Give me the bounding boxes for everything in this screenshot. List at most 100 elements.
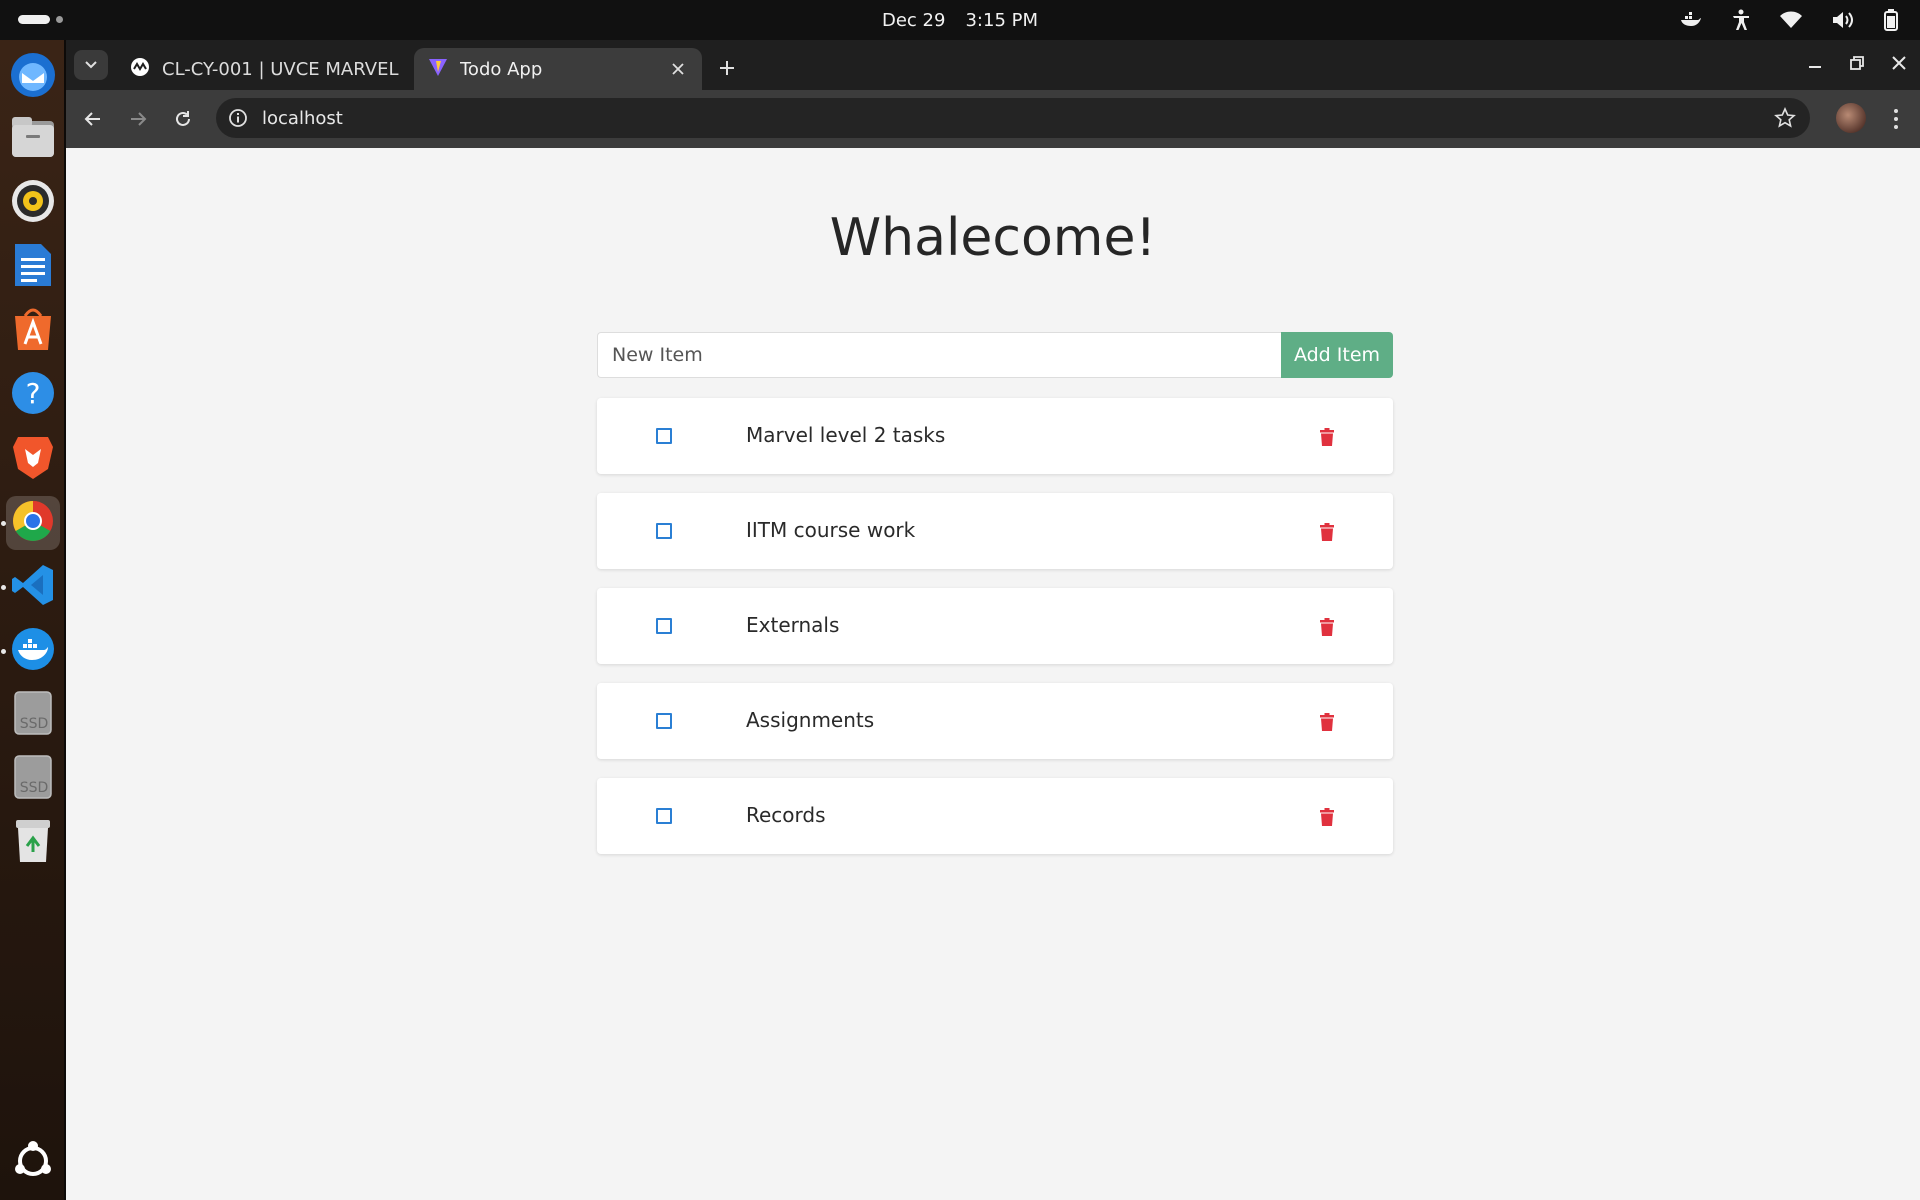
favicon-vite-icon bbox=[428, 57, 448, 82]
dock-files[interactable] bbox=[6, 112, 60, 166]
volume-icon[interactable] bbox=[1832, 10, 1854, 30]
dock-help[interactable]: ? bbox=[6, 368, 60, 422]
writer-icon bbox=[13, 242, 53, 293]
delete-item-button[interactable] bbox=[1317, 521, 1337, 543]
dock-writer[interactable] bbox=[6, 240, 60, 294]
dock-trash[interactable] bbox=[6, 816, 60, 870]
clock-date: Dec 29 bbox=[882, 9, 946, 31]
close-icon bbox=[1892, 56, 1906, 70]
todo-item: Assignments bbox=[597, 683, 1393, 759]
running-indicator bbox=[1, 585, 6, 590]
todo-text: Assignments bbox=[746, 708, 875, 732]
todo-text: IITM course work bbox=[746, 518, 916, 542]
ssd-label: SSD bbox=[20, 716, 49, 732]
browser-window: CL-CY-001 | UVCE MARVEL Todo App localho… bbox=[66, 40, 1920, 1200]
ssd-label: SSD bbox=[20, 780, 49, 796]
new-tab-button[interactable] bbox=[713, 54, 741, 82]
dock-docker[interactable] bbox=[6, 624, 60, 678]
battery-icon[interactable] bbox=[1884, 9, 1898, 31]
todo-item: Marvel level 2 tasks bbox=[597, 398, 1393, 474]
trash-icon bbox=[1320, 523, 1334, 541]
ssd-icon: SSD bbox=[13, 754, 53, 805]
todo-text: Marvel level 2 tasks bbox=[746, 423, 946, 447]
accessibility-icon[interactable] bbox=[1732, 9, 1750, 31]
forward-button[interactable] bbox=[123, 104, 153, 134]
tab-todo-app[interactable]: Todo App bbox=[414, 48, 702, 90]
todo-item: IITM course work bbox=[597, 493, 1393, 569]
thunderbird-icon bbox=[9, 51, 57, 104]
back-button[interactable] bbox=[78, 104, 108, 134]
page-content: Whalecome! Add Item Marvel level 2 tasks… bbox=[66, 148, 1920, 1200]
clock-time: 3:15 PM bbox=[965, 9, 1038, 31]
site-info-icon[interactable] bbox=[228, 108, 248, 128]
dock-app-center[interactable] bbox=[6, 304, 60, 358]
delete-item-button[interactable] bbox=[1317, 711, 1337, 733]
todo-checkbox[interactable] bbox=[656, 808, 672, 824]
dock-brave[interactable] bbox=[6, 432, 60, 486]
brave-icon bbox=[12, 433, 54, 486]
url-text[interactable]: localhost bbox=[262, 108, 343, 129]
dock: ? SSD SSD bbox=[0, 40, 66, 1200]
svg-text:?: ? bbox=[26, 377, 41, 410]
todo-list: Marvel level 2 tasks IITM course work Ex… bbox=[597, 398, 1393, 873]
clock[interactable]: Dec 29 3:15 PM bbox=[0, 0, 1920, 40]
window-controls bbox=[1804, 50, 1910, 76]
tab-title: Todo App bbox=[460, 58, 543, 80]
restore-icon bbox=[1850, 56, 1864, 70]
menu-dot-icon bbox=[1894, 125, 1898, 129]
trash-icon bbox=[13, 818, 53, 869]
dock-show-apps[interactable] bbox=[6, 1136, 60, 1190]
delete-item-button[interactable] bbox=[1317, 616, 1337, 638]
bookmark-star-icon[interactable] bbox=[1774, 107, 1796, 129]
delete-item-button[interactable] bbox=[1317, 806, 1337, 828]
dock-thunderbird[interactable] bbox=[6, 50, 60, 104]
vscode-icon bbox=[11, 563, 55, 612]
menu-dot-icon bbox=[1894, 117, 1898, 121]
trash-icon bbox=[1320, 428, 1334, 446]
delete-item-button[interactable] bbox=[1317, 426, 1337, 448]
minimize-button[interactable] bbox=[1804, 50, 1826, 76]
ssd-icon: SSD bbox=[13, 690, 53, 741]
browser-menu-button[interactable] bbox=[1886, 104, 1906, 134]
tab-title: CL-CY-001 | UVCE MARVEL bbox=[162, 58, 399, 80]
trash-icon bbox=[1320, 618, 1334, 636]
dock-chrome[interactable] bbox=[6, 496, 60, 550]
todo-text: Externals bbox=[746, 613, 840, 637]
wifi-icon[interactable] bbox=[1780, 11, 1802, 29]
close-tab-button[interactable] bbox=[668, 59, 688, 79]
add-item-button[interactable]: Add Item bbox=[1281, 332, 1393, 378]
ubuntu-icon bbox=[12, 1140, 54, 1187]
new-item-input[interactable] bbox=[597, 332, 1281, 378]
help-icon: ? bbox=[10, 370, 56, 421]
docker-icon[interactable] bbox=[1680, 11, 1702, 29]
running-indicator bbox=[1, 521, 6, 526]
todo-checkbox[interactable] bbox=[656, 428, 672, 444]
restore-button[interactable] bbox=[1846, 50, 1868, 76]
add-item-form: Add Item bbox=[597, 332, 1393, 378]
app-center-icon bbox=[11, 306, 55, 357]
system-tray[interactable] bbox=[1680, 8, 1898, 32]
rhythmbox-icon bbox=[10, 178, 56, 229]
todo-checkbox[interactable] bbox=[656, 618, 672, 634]
arrow-left-icon bbox=[84, 112, 100, 126]
dock-ssd-1[interactable]: SSD bbox=[6, 688, 60, 742]
trash-icon bbox=[1320, 713, 1334, 731]
files-icon bbox=[10, 115, 56, 164]
dock-rhythmbox[interactable] bbox=[6, 176, 60, 230]
dock-ssd-2[interactable]: SSD bbox=[6, 752, 60, 806]
todo-item: Externals bbox=[597, 588, 1393, 664]
minimize-icon bbox=[1809, 66, 1821, 68]
todo-text: Records bbox=[746, 803, 826, 827]
todo-item: Records bbox=[597, 778, 1393, 854]
close-window-button[interactable] bbox=[1888, 50, 1910, 76]
page-title: Whalecome! bbox=[829, 208, 1157, 268]
address-bar[interactable]: localhost bbox=[216, 98, 1810, 138]
todo-checkbox[interactable] bbox=[656, 713, 672, 729]
dock-vscode[interactable] bbox=[6, 560, 60, 614]
profile-avatar[interactable] bbox=[1836, 103, 1866, 133]
tab-strip: CL-CY-001 | UVCE MARVEL Todo App bbox=[66, 40, 1920, 90]
reload-button[interactable] bbox=[168, 104, 198, 134]
todo-checkbox[interactable] bbox=[656, 523, 672, 539]
docker-icon bbox=[10, 626, 56, 677]
tab-search-button[interactable] bbox=[74, 50, 108, 80]
